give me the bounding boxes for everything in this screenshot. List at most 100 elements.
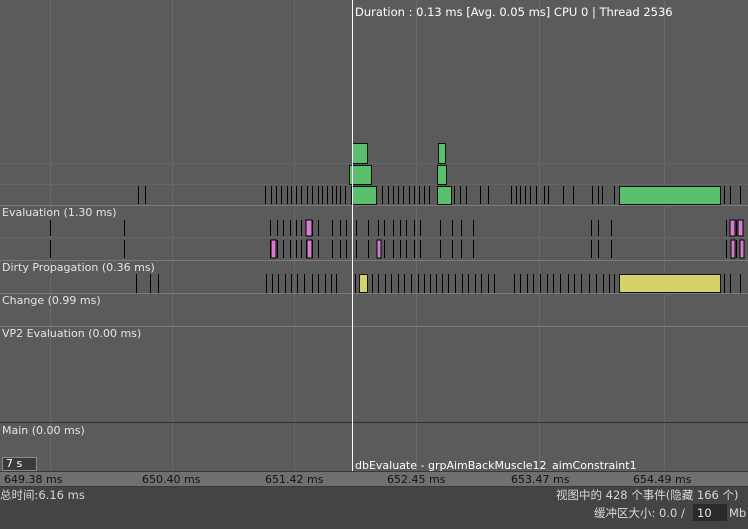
- dirty-event-tick[interactable]: [355, 274, 356, 293]
- highlight-event[interactable]: [739, 239, 745, 259]
- evaluation-event-tick[interactable]: [611, 220, 612, 236]
- dirty-event-tick[interactable]: [553, 274, 554, 293]
- event-tick[interactable]: [544, 186, 545, 204]
- dirty-event[interactable]: [359, 274, 368, 293]
- event-tick[interactable]: [602, 186, 603, 204]
- evaluation-event[interactable]: [437, 186, 452, 205]
- evaluation-event-tick[interactable]: [611, 240, 612, 258]
- dirty-event-tick[interactable]: [336, 274, 337, 293]
- evaluation-event-tick[interactable]: [283, 240, 284, 258]
- dirty-event-tick[interactable]: [150, 274, 151, 293]
- evaluation-event-tick[interactable]: [452, 220, 453, 236]
- event-tick[interactable]: [530, 186, 531, 204]
- evaluation-event-tick[interactable]: [356, 220, 357, 236]
- evaluation-event-tick[interactable]: [598, 240, 599, 258]
- dirty-event-tick[interactable]: [581, 274, 582, 293]
- dirty-event-tick[interactable]: [325, 274, 326, 293]
- evaluation-event-tick[interactable]: [473, 240, 474, 258]
- event-tick[interactable]: [287, 186, 288, 204]
- dirty-event-tick[interactable]: [603, 274, 604, 293]
- evaluation-event-tick[interactable]: [270, 220, 271, 236]
- highlight-event[interactable]: [270, 239, 277, 259]
- evaluation-event-tick[interactable]: [332, 240, 333, 258]
- evaluation-event-tick[interactable]: [736, 240, 737, 258]
- evaluation-event-tick[interactable]: [384, 240, 385, 258]
- evaluation-event-tick[interactable]: [420, 220, 421, 236]
- evaluation-event-tick[interactable]: [400, 220, 401, 236]
- event-tick[interactable]: [511, 186, 512, 204]
- event-tick[interactable]: [573, 186, 574, 204]
- highlight-event[interactable]: [729, 219, 736, 237]
- evaluation-event-tick[interactable]: [378, 220, 379, 236]
- event-tick[interactable]: [429, 186, 430, 204]
- dirty-event-tick[interactable]: [430, 274, 431, 293]
- event-tick[interactable]: [398, 186, 399, 204]
- evaluation-event-tick[interactable]: [420, 240, 421, 258]
- evaluation-event[interactable]: [351, 186, 377, 205]
- dirty-event[interactable]: [619, 274, 721, 293]
- evaluation-event-tick[interactable]: [301, 240, 302, 258]
- event-tick[interactable]: [424, 186, 425, 204]
- event-tick[interactable]: [403, 186, 404, 204]
- dirty-event-tick[interactable]: [589, 274, 590, 293]
- evaluation-event-tick[interactable]: [318, 240, 319, 258]
- event-tick[interactable]: [322, 186, 323, 204]
- dirty-event-tick[interactable]: [455, 274, 456, 293]
- dirty-event-tick[interactable]: [404, 274, 405, 293]
- evaluation-event[interactable]: [352, 143, 368, 164]
- evaluation-event-tick[interactable]: [461, 220, 462, 236]
- evaluation-event-tick[interactable]: [591, 220, 592, 236]
- event-tick[interactable]: [563, 186, 564, 204]
- event-tick[interactable]: [145, 186, 146, 204]
- time-ruler[interactable]: 649.38 ms 650.40 ms 651.42 ms 652.45 ms …: [0, 471, 748, 487]
- dirty-event-tick[interactable]: [385, 274, 386, 293]
- dirty-event-tick[interactable]: [411, 274, 412, 293]
- evaluation-event-tick[interactable]: [124, 220, 125, 236]
- event-tick[interactable]: [536, 186, 537, 204]
- dirty-event-tick[interactable]: [442, 274, 443, 293]
- evaluation-event-tick[interactable]: [726, 220, 727, 236]
- dirty-event-tick[interactable]: [740, 274, 741, 293]
- evaluation-event[interactable]: [619, 186, 721, 205]
- evaluation-event-tick[interactable]: [414, 240, 415, 258]
- time-window-box[interactable]: 7 s: [2, 457, 37, 471]
- event-tick[interactable]: [516, 186, 517, 204]
- evaluation-event[interactable]: [438, 143, 446, 164]
- dirty-event-tick[interactable]: [391, 274, 392, 293]
- event-tick[interactable]: [291, 186, 292, 204]
- dirty-event-tick[interactable]: [436, 274, 437, 293]
- event-tick[interactable]: [327, 186, 328, 204]
- evaluation-event-tick[interactable]: [340, 220, 341, 236]
- event-tick[interactable]: [525, 186, 526, 204]
- evaluation-event-tick[interactable]: [296, 220, 297, 236]
- evaluation-event[interactable]: [437, 165, 447, 185]
- evaluation-event-tick[interactable]: [277, 240, 278, 258]
- event-tick[interactable]: [307, 186, 308, 204]
- evaluation-event-tick[interactable]: [736, 220, 737, 236]
- dirty-event-tick[interactable]: [278, 274, 279, 293]
- event-tick[interactable]: [488, 186, 489, 204]
- evaluation-event-tick[interactable]: [50, 240, 51, 258]
- dirty-event-tick[interactable]: [462, 274, 463, 293]
- event-tick[interactable]: [276, 186, 277, 204]
- dirty-event-tick[interactable]: [272, 274, 273, 293]
- evaluation-event-tick[interactable]: [296, 240, 297, 258]
- profiler-timeline[interactable]: Duration : 0.13 ms [Avg. 0.05 ms] CPU 0 …: [0, 0, 748, 487]
- dirty-event-tick[interactable]: [136, 274, 137, 293]
- dirty-event-tick[interactable]: [527, 274, 528, 293]
- evaluation-event-tick[interactable]: [591, 240, 592, 258]
- evaluation-event-tick[interactable]: [356, 240, 357, 258]
- timeline-canvas[interactable]: [0, 0, 748, 487]
- event-tick[interactable]: [598, 186, 599, 204]
- evaluation-event-tick[interactable]: [318, 220, 319, 236]
- dirty-event-tick[interactable]: [724, 274, 725, 293]
- dirty-event-tick[interactable]: [312, 274, 313, 293]
- evaluation-event-tick[interactable]: [301, 220, 302, 236]
- event-tick[interactable]: [724, 186, 725, 204]
- event-tick[interactable]: [480, 186, 481, 204]
- evaluation-event-tick[interactable]: [277, 220, 278, 236]
- dirty-event-tick[interactable]: [398, 274, 399, 293]
- dirty-event-tick[interactable]: [418, 274, 419, 293]
- evaluation-event-tick[interactable]: [452, 240, 453, 258]
- evaluation-event-tick[interactable]: [368, 220, 369, 236]
